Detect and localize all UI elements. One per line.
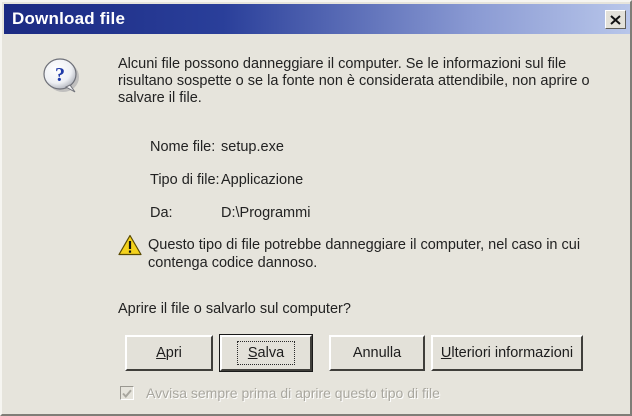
dialog-title: Download file	[12, 9, 126, 28]
always-ask-checkbox[interactable]	[120, 386, 134, 400]
download-file-dialog: Download file ? Alcuni file possono dann…	[0, 0, 632, 416]
file-type-label: Tipo di file:	[150, 172, 220, 188]
warning-icon	[118, 234, 142, 256]
question-icon: ?	[43, 58, 79, 93]
more-info-button-label: Ulteriori informazioni	[440, 345, 574, 361]
file-name-value: setup.exe	[221, 139, 284, 155]
open-button[interactable]: Apri	[125, 335, 213, 371]
file-name-label: Nome file:	[150, 139, 216, 155]
close-icon	[610, 14, 621, 25]
save-button[interactable]: Salva	[219, 334, 313, 372]
cancel-button-label: Annulla	[352, 345, 402, 361]
security-message: Alcuni file possono danneggiare il compu…	[118, 56, 590, 106]
file-source-value: D:\Programmi	[221, 205, 311, 221]
svg-text:?: ?	[55, 64, 65, 86]
warning-text: Questo tipo di file potrebbe danneggiare…	[148, 237, 581, 271]
file-type-value: Applicazione	[221, 172, 304, 188]
open-button-label: Apri	[156, 345, 182, 361]
close-button[interactable]	[605, 10, 626, 29]
title-bar[interactable]: Download file	[4, 4, 630, 34]
cancel-button[interactable]: Annulla	[329, 335, 425, 371]
save-button-label: Salva	[236, 341, 296, 365]
open-or-save-prompt: Aprire il file o salvarlo sul computer?	[118, 301, 351, 317]
file-source-label: Da:	[150, 205, 173, 221]
more-info-button[interactable]: Ulteriori informazioni	[431, 335, 583, 371]
always-ask-option[interactable]: Avvisa sempre prima di aprire questo tip…	[120, 385, 440, 401]
checkmark-icon	[122, 389, 132, 398]
always-ask-label: Avvisa sempre prima di aprire questo tip…	[146, 385, 440, 401]
